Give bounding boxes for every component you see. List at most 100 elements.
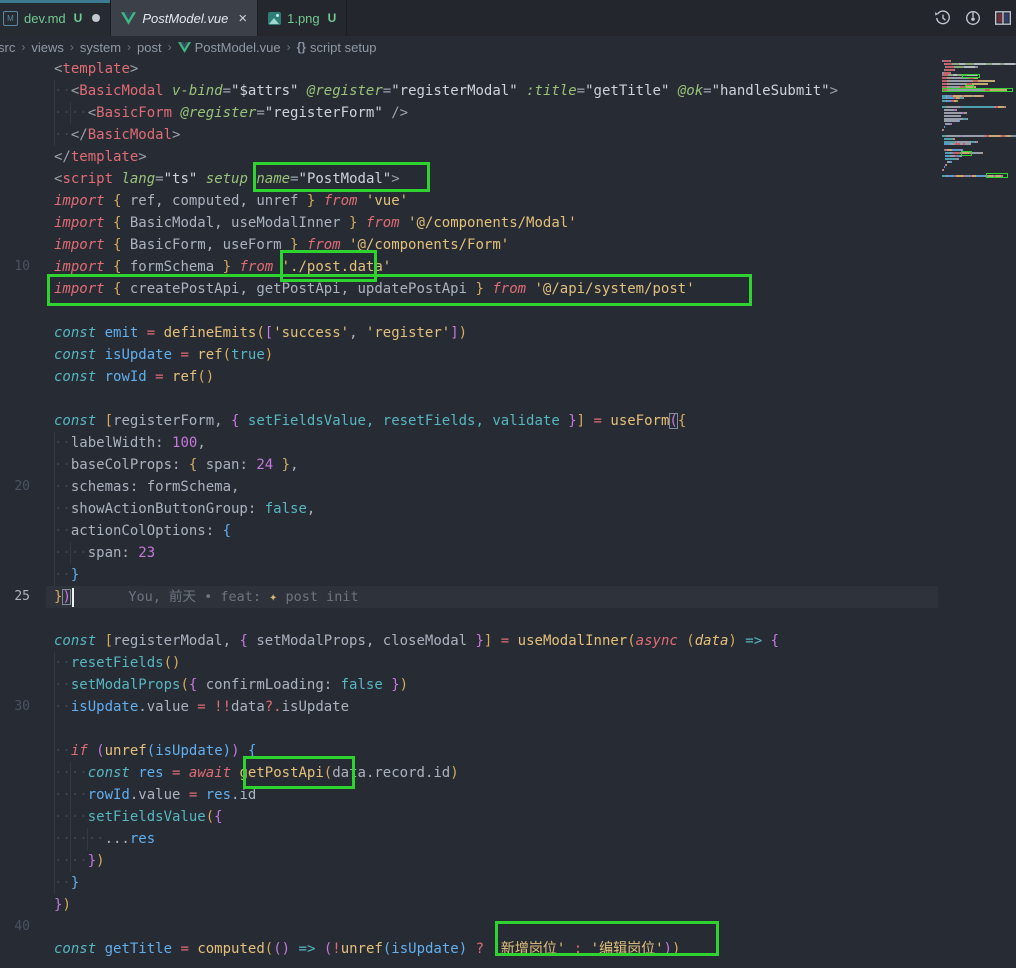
line-number xyxy=(0,168,46,190)
line-number xyxy=(0,212,46,234)
breadcrumb-item-src[interactable]: src xyxy=(0,40,15,55)
code-line: </template> xyxy=(0,146,938,168)
code-line: 40 xyxy=(0,916,938,938)
line-number xyxy=(0,740,46,762)
minimap-annotation-mark xyxy=(962,74,980,78)
code-line: ··resetFields() xyxy=(0,652,938,674)
line-number xyxy=(0,718,46,740)
history-icon[interactable] xyxy=(934,9,952,27)
breadcrumb-item-postmodel-vue[interactable]: PostModel.vue xyxy=(178,40,281,55)
line-number xyxy=(0,344,46,366)
line-number xyxy=(0,454,46,476)
code-line xyxy=(0,388,938,410)
code-line: import { createPostApi, getPostApi, upda… xyxy=(0,278,938,300)
line-number: 30 xyxy=(0,696,46,718)
minimap-annotation-mark xyxy=(986,173,1008,178)
dirty-indicator-icon xyxy=(92,14,100,22)
line-number xyxy=(0,762,46,784)
code-line: }) xyxy=(0,894,938,916)
code-line: ··showActionButtonGroup: false, xyxy=(0,498,938,520)
breadcrumb-separator-icon: › xyxy=(168,40,172,54)
breadcrumb-separator-icon: › xyxy=(21,40,25,54)
vue-icon xyxy=(121,12,136,25)
line-number xyxy=(0,784,46,806)
code-line: 10import { formSchema } from './post.dat… xyxy=(0,256,938,278)
line-number xyxy=(0,80,46,102)
tab-postmodel-vue[interactable]: PostModel.vue × xyxy=(111,0,258,36)
tab-1-png[interactable]: 1.png U xyxy=(258,0,347,36)
line-number xyxy=(0,542,46,564)
line-number xyxy=(0,432,46,454)
breadcrumb-item-post[interactable]: post xyxy=(137,40,162,55)
code-line: import { BasicModal, useModalInner } fro… xyxy=(0,212,938,234)
code-line: const [registerForm, { setFieldsValue, r… xyxy=(0,410,938,432)
breadcrumb-separator-icon: › xyxy=(287,40,291,54)
code-line: 20··schemas: formSchema, xyxy=(0,476,938,498)
code-line: <script lang="ts" setup name="PostModal"… xyxy=(0,168,938,190)
line-number xyxy=(0,410,46,432)
git-status-badge: U xyxy=(74,11,83,25)
line-number xyxy=(0,300,46,322)
line-number xyxy=(0,520,46,542)
line-number xyxy=(0,498,46,520)
line-number xyxy=(0,102,46,124)
symbol-icon: {} xyxy=(297,40,306,54)
code-line: ··baseColProps: { span: 24 }, xyxy=(0,454,938,476)
tab-label: PostModel.vue xyxy=(142,11,228,26)
breadcrumb-item-system[interactable]: system xyxy=(80,40,121,55)
code-line: ····<BasicForm @register="registerForm" … xyxy=(0,102,938,124)
code-line: ··labelWidth: 100, xyxy=(0,432,938,454)
split-editor-icon[interactable] xyxy=(994,9,1012,27)
minimap[interactable] xyxy=(942,60,1016,968)
code-line: const getTitle = computed(() => (!unref(… xyxy=(0,938,938,960)
text-cursor xyxy=(72,588,75,607)
code-line xyxy=(0,300,938,322)
commit-graph-icon[interactable] xyxy=(964,9,982,27)
code-line: import { ref, computed, unref } from 'vu… xyxy=(0,190,938,212)
git-status-badge: U xyxy=(328,11,337,25)
code-line: const [registerModal, { setModalProps, c… xyxy=(0,630,938,652)
line-number: 10 xyxy=(0,256,46,278)
line-number: 25 xyxy=(0,586,46,608)
line-number xyxy=(0,630,46,652)
line-number xyxy=(0,124,46,146)
tab-top-accent xyxy=(0,0,110,3)
breadcrumb-item-views[interactable]: views xyxy=(31,40,64,55)
line-number xyxy=(0,674,46,696)
breadcrumb-separator-icon: › xyxy=(70,40,74,54)
line-number xyxy=(0,278,46,300)
line-number xyxy=(0,322,46,344)
line-number xyxy=(0,938,46,960)
editor-actions xyxy=(934,0,1016,36)
code-line: import { BasicForm, useForm } from '@/co… xyxy=(0,234,938,256)
code-editor[interactable]: <template>··<BasicModal v-bind="$attrs" … xyxy=(0,58,1016,968)
tab-dev-md[interactable]: M dev.md U xyxy=(0,0,111,36)
line-number xyxy=(0,190,46,212)
line-number xyxy=(0,146,46,168)
code-line: 30··isUpdate.value = !!data?.isUpdate xyxy=(0,696,938,718)
code-line: <template> xyxy=(0,58,938,80)
tab-label: dev.md xyxy=(24,11,66,26)
code-line: ··</BasicModal> xyxy=(0,124,938,146)
git-blame-annotation: You, 前天 • feat: ✦ post init xyxy=(128,589,358,605)
code-line xyxy=(0,608,938,630)
code-line: ····}) xyxy=(0,850,938,872)
tab-label: 1.png xyxy=(287,11,320,26)
code-line: ····span: 23 xyxy=(0,542,938,564)
line-number xyxy=(0,652,46,674)
minimap-annotation-mark xyxy=(942,88,1013,92)
code-line: ··} xyxy=(0,564,938,586)
code-line: const rowId = ref() xyxy=(0,366,938,388)
close-icon[interactable]: × xyxy=(238,11,247,26)
code-line: ····const res = await getPostApi(data.re… xyxy=(0,762,938,784)
line-number xyxy=(0,234,46,256)
line-number xyxy=(0,806,46,828)
line-number xyxy=(0,564,46,586)
breadcrumb: src › views › system › post › PostModel.vue › {}sc… xyxy=(0,36,1016,58)
vue-icon xyxy=(178,42,191,53)
line-number xyxy=(0,608,46,630)
line-number xyxy=(0,872,46,894)
line-number xyxy=(0,828,46,850)
breadcrumb-item-script-setup[interactable]: {}script setup xyxy=(297,40,377,55)
breadcrumb-separator-icon: › xyxy=(127,40,131,54)
